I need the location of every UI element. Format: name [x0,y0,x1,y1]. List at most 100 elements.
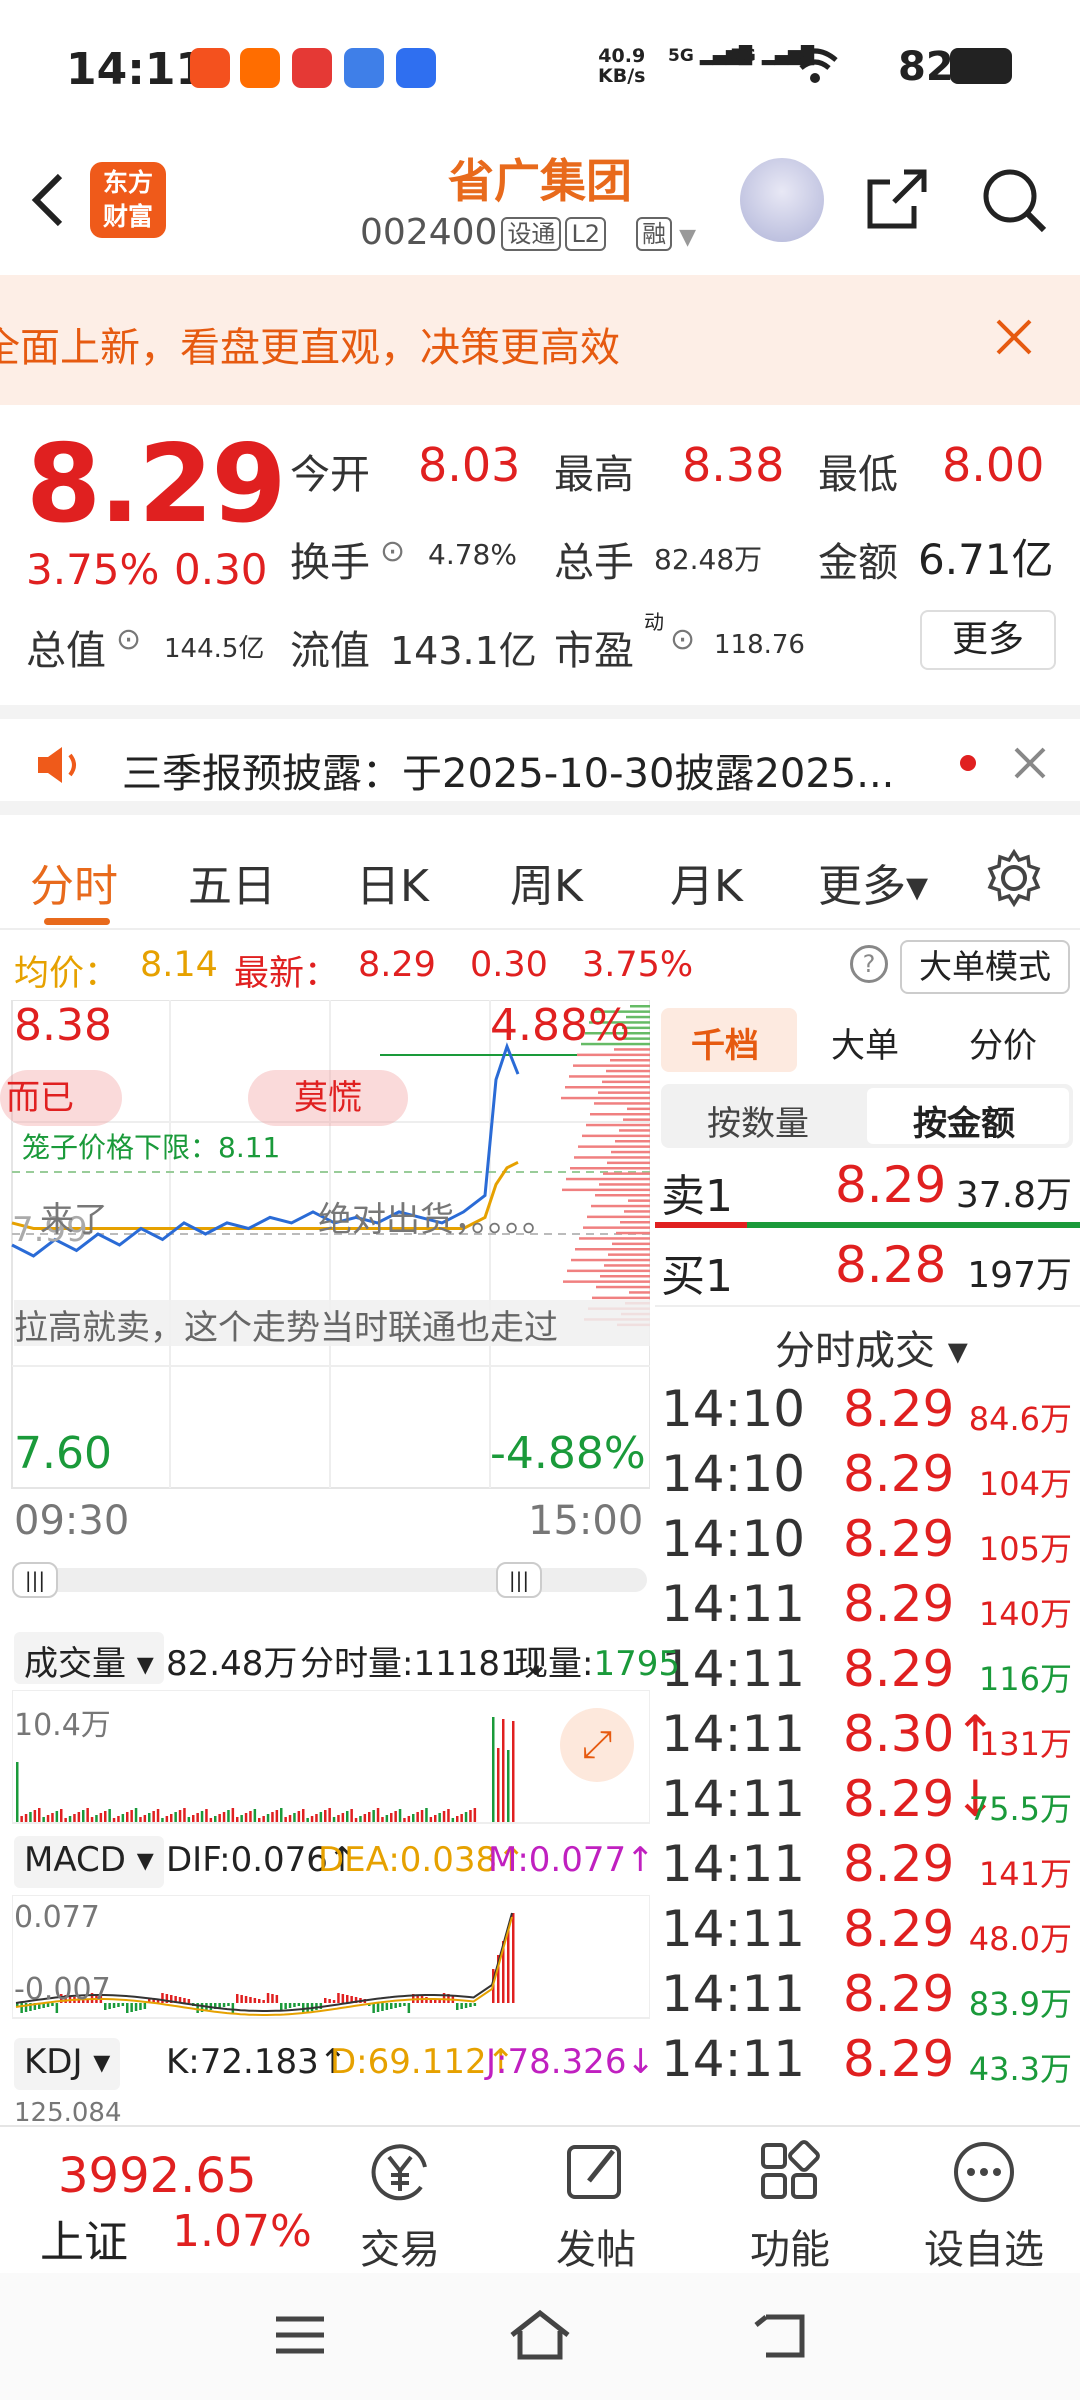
help-icon[interactable]: ? [850,945,888,983]
seg-big-order[interactable]: 大单 [831,1018,899,1067]
depth-bar [615,1140,650,1143]
more-button[interactable]: 更多 [920,610,1056,670]
info-icon[interactable]: ⊙ [670,622,695,657]
tab-monthly-k[interactable]: 月K [670,850,743,914]
macd-bar [187,1999,191,2003]
volume-bar [398,1809,402,1822]
macd-bar [240,1995,243,2003]
macd-m: M:0.077↑ [488,1840,655,1880]
order-panel: 千档 大单 分价 按数量 按金额 卖1 8.29 37.8万 买1 8.28 1… [655,1000,1080,2125]
macd-bar [134,2003,138,2011]
volume-bar [117,1816,120,1822]
volume-bar [302,1809,305,1822]
volume-bar [55,1811,59,1822]
scroll-handle-right[interactable]: ||| [496,1562,542,1598]
search-icon[interactable] [980,166,1050,236]
depth-bar [598,1091,650,1094]
macd-bar [438,2000,441,2003]
macd-bar [271,1994,274,2003]
danmu-text: 拉高就卖，这个走势当时联通也走过 [14,1300,650,1346]
volume-bar [42,1817,45,1822]
depth-bar [563,1280,650,1283]
nav-functions[interactable]: 功能 [720,2125,860,2275]
trades-list[interactable]: 14:10 8.29 84.6万 14:10 8.29 104万 14:10 8.29 105万… [655,1380,1080,2125]
scroll-handle-left[interactable]: ||| [12,1562,58,1598]
volume-bar [126,1812,129,1822]
nav-post[interactable]: 发帖 [526,2125,666,2275]
index-percent[interactable]: 1.07% [172,2206,312,2257]
close-icon[interactable] [1012,745,1048,781]
menu-icon[interactable] [272,2313,328,2357]
unread-dot [960,755,976,771]
macd-bar [385,2003,389,2010]
avg-value: 8.14 [140,945,218,985]
low-value: 8.00 [942,438,1045,492]
tab-weekly-k[interactable]: 周K [510,850,583,914]
speaker-icon [38,747,76,783]
float-label: 流值 [290,628,370,674]
promo-banner[interactable]: 全面上新，看盘更直观，决策更高效 [0,275,1080,405]
volume-bar [266,1814,270,1822]
seg-price[interactable]: 分价 [969,1018,1037,1067]
nav-add-watchlist[interactable]: 设自选 [914,2125,1054,2275]
nav-trade[interactable]: 交易 [330,2125,470,2275]
trade-time: 14:10 [661,1510,806,1568]
macd-bar [473,2003,477,2006]
nav-trade-label: 交易 [360,2227,440,2273]
expand-icon[interactable]: ⤢ [560,1708,634,1782]
kdj-j: J:78.326↓ [486,2042,655,2082]
tab-intraday[interactable]: 分时 [30,850,118,914]
trades-title[interactable]: 分时成交 ▾ [775,1318,968,1376]
toggle-by-amount[interactable]: 按金额 [913,1096,1015,1145]
change-percent: 3.75% [26,545,160,594]
assistant-avatar[interactable] [740,158,824,242]
info-icon[interactable]: ⊙ [380,534,405,569]
trade-time: 14:10 [661,1380,806,1438]
depth-bar [604,1264,650,1267]
index-name[interactable]: 上证 [40,2206,128,2270]
home-icon[interactable] [508,2307,572,2363]
trade-volume: 116万 [978,1660,1072,1698]
share-icon[interactable] [864,166,930,232]
notice-bar[interactable]: 三季报预披露：于2025-10-30披露2025... [0,705,1080,815]
danmu-bubble: 而已 [0,1070,122,1126]
depth-bar [607,1161,650,1165]
volume-bar [214,1816,217,1822]
close-icon[interactable] [994,317,1034,357]
big-order-mode-button[interactable]: 大单模式 [900,940,1070,994]
indicator-select-macd[interactable]: MACD ▾ [14,1836,164,1888]
volume-bar [130,1810,133,1822]
mcap-label: 总值 [26,628,106,674]
macd-bar [253,1998,257,2003]
depth-bar [566,1177,650,1181]
volume-bar [187,1817,191,1822]
macd-bar [293,2003,296,2007]
time-scrollbar[interactable] [12,1568,647,1592]
depth-bar [565,1086,650,1089]
volume-bar [306,1818,309,1822]
volume-bar [38,1808,41,1822]
macd-bar [381,2003,384,2011]
settings-gear-icon[interactable] [984,848,1044,908]
volume-bar [227,1810,230,1822]
indicator-select-kdj[interactable]: KDJ ▾ [14,2038,121,2090]
macd-top: 0.077 [14,1900,100,1935]
depth-bar [620,1221,650,1224]
depth-bar [583,1226,650,1229]
trade-time: 14:11 [661,1965,806,2023]
indicator-select-volume[interactable]: 成交量 ▾ [14,1632,164,1684]
info-icon[interactable]: ⊙ [116,622,141,657]
seg-thousand[interactable]: 千档 [691,1018,759,1067]
tab-five-day[interactable]: 五日 [188,850,276,914]
tab-more[interactable]: 更多▾ [818,850,928,914]
intraday-chart[interactable]: 8.38 4.88% 7.60 -4.88% 7.99 笼子价格下限：8.11 … [0,999,651,1490]
macd-bar [262,2000,265,2003]
trade-volume: 140万 [978,1595,1072,1633]
macd-bar [376,2003,380,2012]
time-start: 09:30 [14,1498,130,1544]
tab-daily-k[interactable]: 日K [356,850,429,914]
toggle-by-quantity[interactable]: 按数量 [707,1096,809,1145]
depth-bar [595,1194,650,1197]
back-nav-icon[interactable] [752,2311,812,2361]
index-value[interactable]: 3992.65 [58,2148,257,2204]
